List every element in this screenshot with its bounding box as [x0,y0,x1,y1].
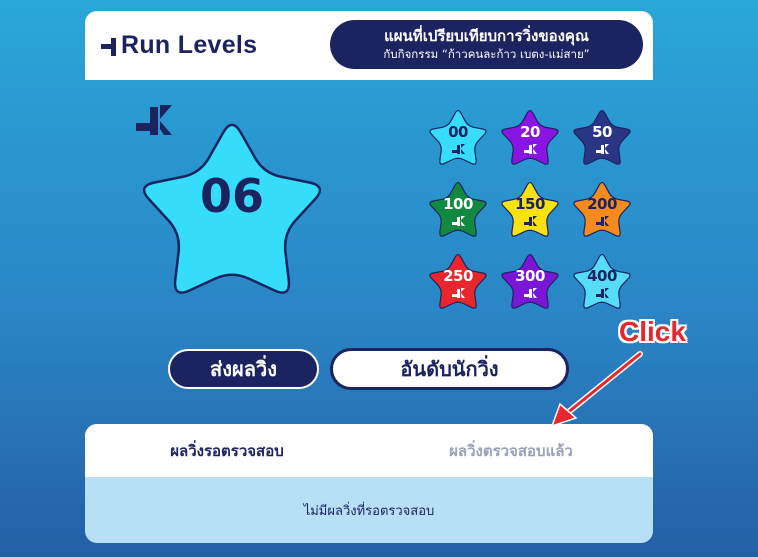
event-banner: แผนที่เปรียบเทียบการวิ่งของคุณ กับกิจกรร… [330,20,643,69]
level-star-value: 150 [515,195,545,213]
level-star-20: 20 [498,106,562,170]
banner-subtitle: กับกิจกรรม “ก้าวคนละก้าว เบตง-แม่สาย” [383,47,590,61]
level-star-value: 400 [587,267,617,285]
k-run-icon [524,216,537,226]
logo: Run Levels [98,30,257,60]
level-star-value: 20 [520,123,540,141]
level-star-150: 150 [498,178,562,242]
runner-ranking-button[interactable]: อันดับนักวิ่ง [330,348,569,390]
current-level-star: 06 [134,101,330,317]
annotation-arrow-icon [550,351,643,428]
k-run-icon [596,288,609,298]
k-run-icon [524,288,537,298]
level-star-250: 250 [426,250,490,314]
header-card: Run Levels แผนที่เปรียบเทียบการวิ่งของคุ… [85,11,653,80]
banner-title: แผนที่เปรียบเทียบการวิ่งของคุณ [384,27,589,45]
level-star-value: 100 [443,195,473,213]
level-star-400: 400 [570,250,634,314]
empty-state-message: ไม่มีผลวิ่งที่รอตรวจสอบ [303,503,435,519]
k-run-icon [136,105,172,135]
k-run-icon [452,288,465,298]
k-run-icon [596,216,609,226]
tab-pending-results[interactable]: ผลวิ่งรอตรวจสอบ [85,424,369,477]
level-star-value: 200 [587,195,617,213]
level-star-50: 50 [570,106,634,170]
click-annotation-label: Click [619,316,686,347]
k-run-icon [596,144,609,154]
level-star-100: 100 [426,178,490,242]
level-star-value: 300 [515,267,545,285]
level-star-300: 300 [498,250,562,314]
k-run-icon [524,144,537,154]
current-level-value: 06 [199,169,264,223]
submit-run-button[interactable]: ส่งผลวิ่ง [168,349,319,389]
results-panel: ผลวิ่งรอตรวจสอบ ผลวิ่งตรวจสอบแล้ว ไม่มีผ… [85,424,653,543]
logo-text: Run Levels [121,30,258,59]
level-star-value: 250 [443,267,473,285]
level-star-value: 00 [448,123,468,141]
level-star-value: 50 [592,123,612,141]
k-run-icon [452,216,465,226]
k-run-icon [452,144,465,154]
level-star-200: 200 [570,178,634,242]
level-star-00: 00 [426,106,490,170]
